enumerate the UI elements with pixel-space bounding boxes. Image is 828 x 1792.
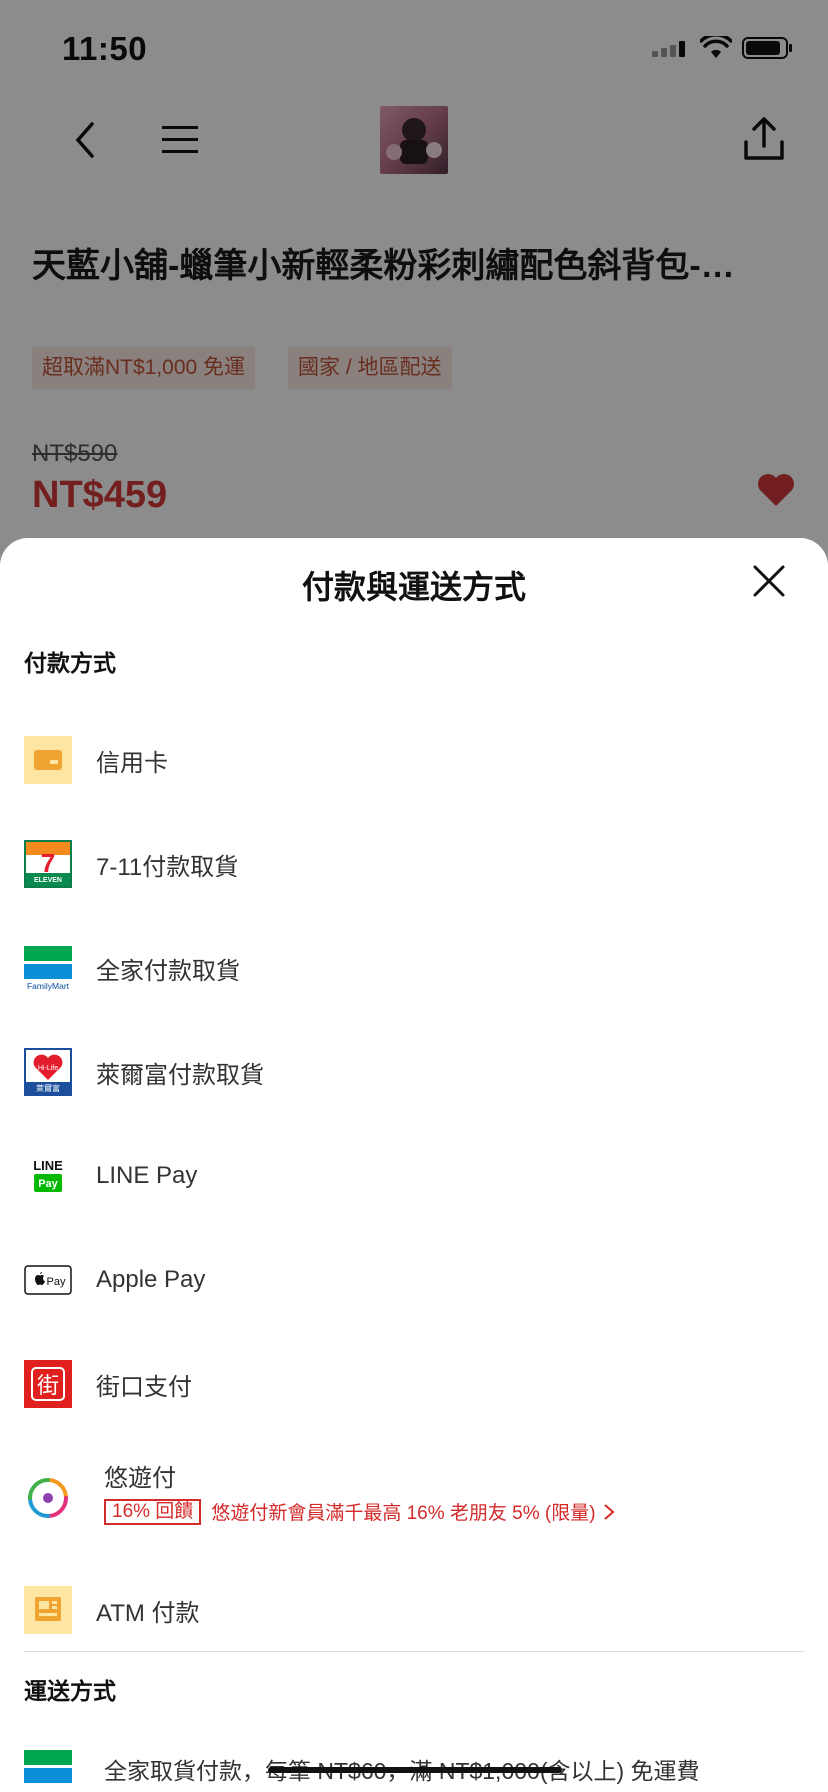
payment-item-familymart: FamilyMart 全家付款取貨 [0, 916, 828, 1020]
payment-label: Apple Pay [96, 1266, 206, 1293]
payment-label: 街口支付 [96, 1373, 192, 1401]
payment-label: 悠遊付 [104, 1465, 176, 1492]
familymart-icon: FamilyMart [24, 944, 72, 992]
jkopay-logo-text: 街 [37, 1374, 59, 1399]
payment-label: 信用卡 [96, 749, 168, 777]
sheet-title: 付款與運送方式 [301, 569, 526, 605]
svg-text:7: 7 [41, 848, 55, 878]
payment-item-line-pay: LINE Pay LINE Pay [0, 1124, 828, 1228]
apple-pay-icon: Pay [24, 1256, 72, 1304]
payment-label: 全家付款取貨 [96, 957, 240, 985]
payment-label: LINE Pay [96, 1162, 198, 1189]
line-logo-text: LINE [33, 1158, 63, 1173]
hilife-icon: Hi-Life 萊爾富 [24, 1048, 72, 1096]
payment-item-jkopay: 街 街口支付 [0, 1332, 828, 1436]
payment-item-atm: ATM 付款 [0, 1558, 828, 1662]
familymart-logo-text: FamilyMart [27, 981, 70, 991]
cashback-badge: 16% 回饋 [104, 1498, 202, 1525]
payment-item-hilife: Hi-Life 萊爾富 萊爾富付款取貨 [0, 1020, 828, 1124]
shipping-section-label: 運送方式 [24, 1678, 116, 1704]
line-pay-icon: LINE Pay [24, 1152, 72, 1200]
hilife-logo-cn: 萊爾富 [36, 1083, 60, 1093]
seven-eleven-icon: 7 ELEVEN [24, 840, 72, 888]
payment-item-apple-pay: Pay Apple Pay [0, 1228, 828, 1332]
easywallet-icon [24, 1474, 72, 1522]
payment-item-seven-eleven: 7 ELEVEN 7-11付款取貨 [0, 812, 828, 916]
payment-label: 7-11付款取貨 [96, 853, 239, 881]
line-pay-logo-text: Pay [38, 1178, 58, 1190]
hilife-logo-text: Hi-Life [38, 1065, 58, 1072]
payment-section-label: 付款方式 [24, 650, 116, 676]
familymart-icon [24, 1748, 72, 1792]
seven-eleven-logo-text: ELEVEN [34, 877, 62, 884]
payment-label: ATM 付款 [96, 1599, 200, 1627]
close-icon[interactable] [752, 564, 786, 598]
home-indicator [268, 1767, 562, 1773]
easywallet-promo[interactable]: 16% 回饋 悠遊付新會員滿千最高 16% 老朋友 5% (限量) [104, 1498, 616, 1525]
credit-card-icon [24, 736, 72, 784]
payment-item-easywallet: 悠遊付 16% 回饋 悠遊付新會員滿千最高 16% 老朋友 5% (限量) [0, 1436, 828, 1560]
payment-label: 萊爾富付款取貨 [96, 1061, 264, 1089]
apple-pay-logo-text: Pay [47, 1276, 66, 1288]
section-divider [24, 1651, 804, 1652]
jkopay-icon: 街 [24, 1360, 72, 1408]
chevron-right-icon [603, 1503, 615, 1520]
payment-shipping-sheet: 付款與運送方式 付款方式 信用卡 7 ELEVEN 7-11付款取貨 Famil… [0, 538, 828, 1792]
atm-icon [24, 1586, 72, 1634]
promo-text: 悠遊付新會員滿千最高 16% 老朋友 5% (限量) [211, 1503, 596, 1524]
payment-item-credit-card: 信用卡 [0, 708, 828, 812]
